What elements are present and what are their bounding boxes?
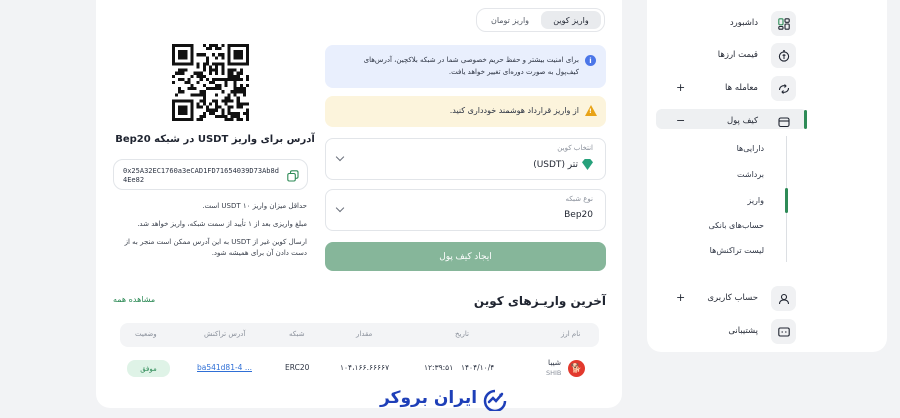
transaction-link[interactable]: ba541d81-4 ... [197, 363, 252, 372]
header-network: شبکه [289, 330, 305, 338]
submenu-deposit[interactable]: واریز [747, 196, 764, 205]
header-amount: مقدار [356, 330, 373, 338]
support-icon [771, 319, 796, 344]
chevron-down-icon [335, 152, 345, 162]
header-coin-name: نام ارز [561, 330, 581, 338]
coin-select-value: تتر (USDT) [533, 159, 578, 170]
shib-coin-icon: 🐕 [568, 360, 585, 377]
note-wrong-coin: ارسال کوین غیر از USDT به این آدرس ممکن … [124, 238, 307, 257]
deposit-address: 0x25A32EC1760a3eCAD1FD71654039D73Ab8d4Ee… [123, 167, 279, 184]
warning-icon: ! [585, 105, 597, 116]
header-date: تاریخ [455, 330, 469, 338]
header-txid: آدرس تراکنش [204, 330, 246, 338]
sidebar-item-account[interactable]: حساب کاربری + [656, 286, 796, 311]
tab-toman-deposit[interactable]: واریز تومان [481, 11, 539, 29]
brand-logo-text: ایران بروکر [380, 388, 478, 408]
table-row[interactable]: 🐕 شیبا SHIB ۱۴۰۴/۱۰/۴ ۱۲:۳۹:۵۱ ۱۰۴،۱۶۶.۶… [120, 352, 599, 386]
sidebar-item-wallet[interactable]: کیف پول − [656, 112, 796, 132]
coin-select-value-wrap: تتر (USDT) [533, 159, 593, 170]
note-confirmation: مبلغ واریزی بعد از ۱ تأیید از سمت شبکه، … [137, 220, 307, 228]
submenu-active-indicator [785, 188, 788, 213]
info-text: برای امنیت بیشتر و حفظ حریم خصوصی شما در… [363, 56, 579, 76]
dashboard-icon [771, 11, 796, 36]
warning-text: از واریز قرارداد هوشمند خودداری کنید. [449, 106, 579, 115]
deposit-time: ۱۲:۳۹:۵۱ [424, 363, 454, 372]
deposit-amount: ۱۰۴،۱۶۶.۶۶۶۶۷ [340, 363, 390, 372]
network-select-label: نوع شبکه [565, 195, 593, 203]
price-icon [771, 43, 796, 68]
network-select-value: Bep20 [564, 210, 593, 220]
sidebar-active-indicator [804, 110, 807, 129]
deposit-date: ۱۴۰۴/۱۰/۴ [461, 363, 495, 372]
header-status: وضعیت [135, 330, 157, 338]
info-icon: i [585, 55, 596, 66]
deposit-type-tabs: واریز کوین واریز تومان [476, 8, 605, 32]
sidebar-item-trades[interactable]: معامله ها + [656, 76, 796, 101]
submenu-withdraw[interactable]: برداشت [737, 170, 764, 179]
sidebar-item-label: کیف پول [726, 116, 758, 126]
wallet-icon [771, 109, 796, 134]
user-icon [771, 286, 796, 311]
status-badge: موفق [127, 360, 170, 377]
submenu-bank-accounts[interactable]: حساب‌های بانکی [709, 221, 765, 230]
chevron-down-icon [335, 203, 345, 213]
coin-select[interactable]: انتخاب کوین تتر (USDT) [325, 138, 606, 180]
table-header: نام ارز تاریخ مقدار شبکه آدرس تراکنش وضع… [120, 323, 599, 347]
trade-icon [771, 76, 796, 101]
tab-coin-deposit[interactable]: واریز کوین [541, 11, 601, 29]
coin-symbol: SHIB [546, 369, 562, 377]
coin-select-label: انتخاب کوین [557, 144, 593, 152]
network-select[interactable]: نوع شبکه Bep20 [325, 189, 606, 231]
deposit-network: ERC20 [285, 363, 310, 372]
copy-icon[interactable] [287, 170, 299, 182]
coin-name: شیبا [548, 358, 562, 367]
sidebar-item-prices[interactable]: قیمت ارزها [656, 43, 796, 68]
note-min-deposit: حداقل میزان واریز ۱۰ USDT است. [202, 202, 307, 210]
tether-icon [582, 159, 593, 170]
sidebar-item-label: داشبورد [729, 18, 758, 28]
sidebar-item-support[interactable]: پشتیبانی [656, 319, 796, 344]
sidebar-item-label: پشتیبانی [728, 326, 758, 336]
sidebar-item-label: قیمت ارزها [717, 50, 758, 60]
warning-notice: ! از واریز قرارداد هوشمند خودداری کنید. [325, 96, 606, 127]
info-notice: i برای امنیت بیشتر و حفظ حریم خصوصی شما … [325, 45, 606, 88]
brand-logo-mark-icon [483, 389, 507, 411]
address-box: 0x25A32EC1760a3eCAD1FD71654039D73Ab8d4Ee… [113, 159, 308, 190]
view-all-link[interactable]: مشاهده همه [113, 295, 155, 304]
create-wallet-button[interactable]: ایجاد کیف پول [325, 242, 606, 271]
submenu-transactions[interactable]: لیست تراکنش‌ها [710, 246, 764, 255]
expand-plus-icon[interactable]: + [676, 291, 685, 304]
submenu-assets[interactable]: دارایی‌ها [737, 144, 764, 153]
deposits-title: آخرین واریـزهای کوین [473, 294, 606, 308]
sidebar-item-label: حساب کاربری [707, 293, 758, 303]
brand-logo: ایران بروکر [380, 386, 510, 414]
collapse-minus-icon[interactable]: − [676, 114, 685, 127]
address-title: آدرس برای واریز USDT در شبکه Bep20 [115, 134, 315, 145]
sidebar-item-label: معامله ها [725, 83, 758, 93]
qr-code-icon [172, 44, 249, 121]
expand-plus-icon[interactable]: + [676, 81, 685, 94]
sidebar-item-dashboard[interactable]: داشبورد [656, 11, 796, 36]
